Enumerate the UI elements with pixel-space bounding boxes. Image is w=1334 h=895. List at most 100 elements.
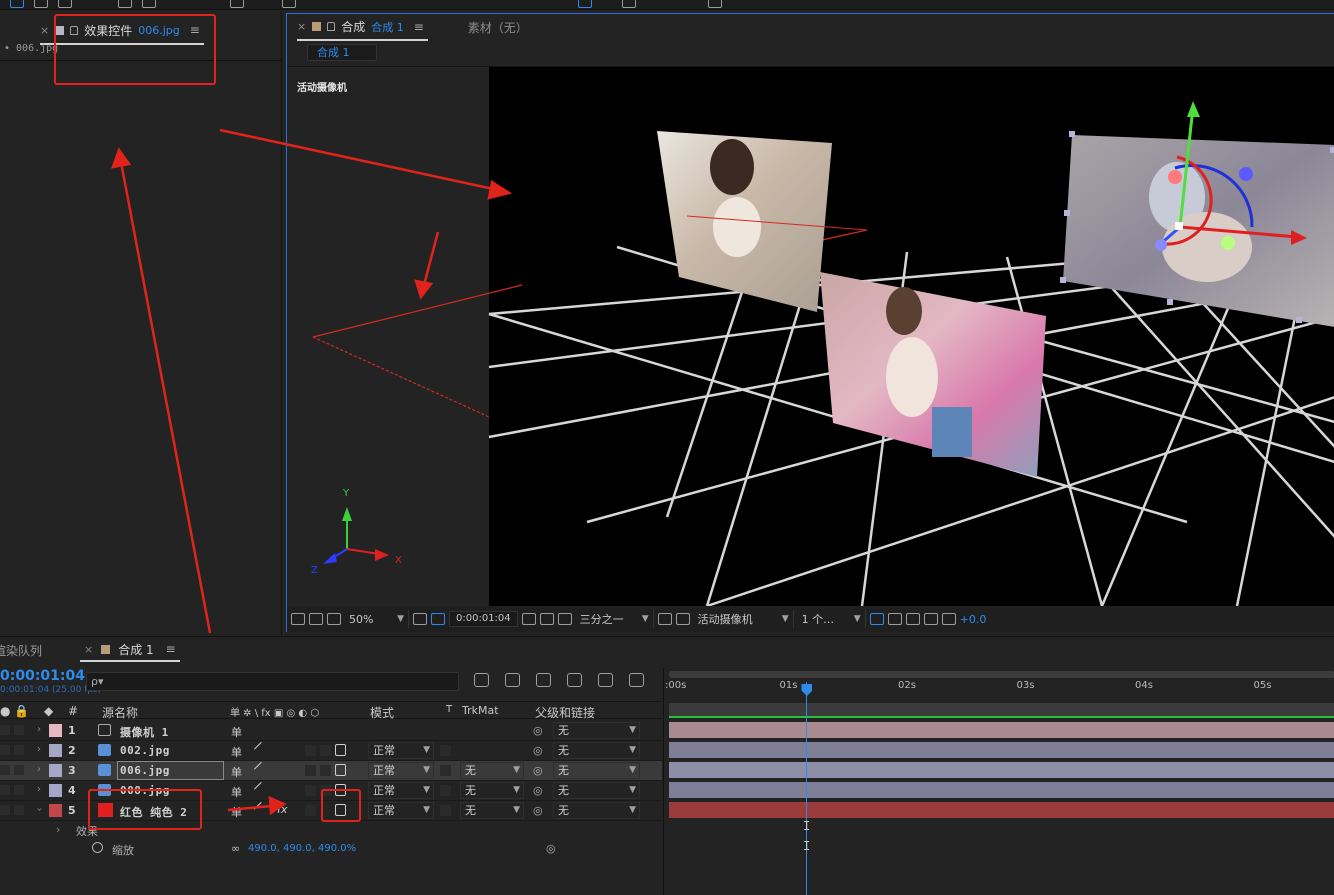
layer-row[interactable]: › 1 摄像机 1 单 ◎ 无 ▼	[0, 721, 662, 741]
motion-blur-icon[interactable]	[598, 673, 613, 687]
preserve-transparency-switch[interactable]	[440, 805, 451, 816]
time-ruler[interactable]: :00s 01s 02s 03s 04s 05s	[664, 680, 1334, 702]
blend-mode-select[interactable]: 正常 ▼	[368, 782, 434, 799]
shy-switch-icon[interactable]: 单	[231, 764, 242, 780]
exposure-value[interactable]: +0.0	[960, 613, 987, 626]
motion-blur-switch[interactable]	[305, 765, 316, 776]
motion-blur-switch[interactable]	[305, 785, 316, 796]
fast-preview-icon[interactable]	[657, 613, 672, 625]
3d-layer-cube-icon[interactable]	[335, 764, 346, 776]
3d-layer-cube-icon[interactable]	[335, 744, 346, 756]
scale-property-value[interactable]: 490.0, 490.0, 490.0%	[248, 843, 356, 854]
layer-name[interactable]: 红色 纯色 2	[120, 804, 187, 820]
effect-controls-tab[interactable]: × 效果控件 006.jpg ≡	[40, 17, 204, 45]
composition-breadcrumb[interactable]: 合成 1	[307, 44, 377, 61]
close-icon[interactable]: ×	[297, 20, 306, 33]
layer-name[interactable]: 008.jpg	[120, 784, 170, 797]
layer-bar-006[interactable]	[669, 762, 1334, 778]
quality-switch-icon[interactable]	[253, 801, 269, 816]
av-switches-icon[interactable]: ● 🔒	[0, 704, 29, 718]
shy-layers-icon[interactable]	[536, 673, 551, 687]
local-axis-icon[interactable]	[578, 0, 592, 8]
expression-pickwhip-icon[interactable]: ◎	[546, 842, 556, 855]
chevron-right-icon[interactable]: ›	[37, 784, 41, 795]
type-tool-icon[interactable]	[282, 0, 296, 8]
shy-switch-icon[interactable]: 单	[231, 744, 242, 760]
lock-switch[interactable]	[14, 745, 24, 755]
time-graph[interactable]: :00s 01s 02s 03s 04s 05s I I	[663, 668, 1334, 895]
pan-tool-icon[interactable]	[142, 0, 156, 8]
chevron-down-icon[interactable]: ›	[34, 808, 45, 812]
close-icon[interactable]: ×	[40, 24, 49, 37]
blend-mode-select[interactable]: 正常 ▼	[368, 742, 434, 759]
zoom-select[interactable]: 50% ▼	[345, 610, 409, 628]
layer-row[interactable]: › 4 008.jpg 单 正常 ▼ 无 ▼ ◎ 无 ▼	[0, 781, 662, 801]
quality-switch-icon[interactable]	[253, 741, 269, 756]
layer-name[interactable]: 006.jpg	[117, 761, 224, 780]
composition-viewer[interactable]: 活动摄像机 Y X Z	[287, 67, 1334, 606]
timeline-comp-tab[interactable]: × 合成 1 ≡	[80, 638, 180, 662]
pickwhip-icon[interactable]: ◎	[533, 804, 543, 817]
parent-select[interactable]: 无 ▼	[553, 762, 640, 779]
time-navigator[interactable]	[669, 671, 1334, 678]
chevron-right-icon[interactable]: ›	[37, 744, 41, 755]
video-switch[interactable]	[0, 765, 10, 775]
orbit-tool-icon[interactable]	[118, 0, 132, 8]
comp-mini-flowchart-icon[interactable]	[474, 673, 489, 687]
lock-switch[interactable]	[14, 805, 24, 815]
parent-select[interactable]: 无 ▼	[553, 782, 640, 799]
trkmat-select[interactable]: 无 ▼	[460, 802, 524, 819]
layer-row[interactable]: › 5 红色 纯色 2 单 fx 正常 ▼ 无 ▼ ◎ 无 ▼	[0, 801, 662, 821]
adjustment-switch[interactable]	[320, 745, 331, 756]
shy-switch-icon[interactable]: 单	[231, 724, 242, 740]
layer-search-input[interactable]: ρ▾	[86, 672, 459, 691]
column-source-name[interactable]: 源名称	[102, 704, 138, 721]
grid-guide-select[interactable]: 三分之一 ▼	[576, 610, 654, 628]
current-time-indicator[interactable]	[806, 682, 808, 895]
effects-group-row[interactable]: › 效果	[0, 821, 662, 841]
transparency-grid-icon[interactable]	[675, 613, 690, 625]
close-icon[interactable]: ×	[84, 643, 93, 656]
fx-icon[interactable]: fx	[277, 803, 287, 816]
layer-label-color[interactable]	[49, 724, 62, 737]
blend-mode-select[interactable]: 正常 ▼	[368, 762, 434, 779]
layer-label-color[interactable]	[49, 744, 62, 757]
hamburger-icon[interactable]: ≡	[166, 642, 176, 656]
layer-bar-008[interactable]	[669, 782, 1334, 798]
reset-exposure-icon[interactable]	[941, 613, 956, 625]
lock-switch[interactable]	[14, 765, 24, 775]
layer-label-color[interactable]	[49, 804, 62, 817]
pickwhip-icon[interactable]: ◎	[533, 764, 543, 777]
lock-icon[interactable]	[70, 25, 79, 35]
3d-view-select[interactable]: 活动摄像机 ▼	[694, 610, 794, 628]
timeline-link-icon[interactable]	[905, 613, 920, 625]
video-switch[interactable]	[0, 805, 10, 815]
world-axis-icon[interactable]	[622, 0, 636, 8]
motion-blur-switch[interactable]	[305, 745, 316, 756]
3d-layer-cube-icon[interactable]	[335, 784, 346, 796]
toggle-mask-icon[interactable]	[431, 613, 445, 625]
quality-switch-icon[interactable]	[253, 781, 269, 796]
layer-label-color[interactable]	[49, 764, 62, 777]
always-preview-icon[interactable]	[291, 613, 305, 625]
camera-snapshot-icon[interactable]	[521, 613, 536, 625]
rectangle-tool-icon[interactable]	[230, 0, 244, 8]
lock-switch[interactable]	[14, 725, 24, 735]
vr-goggles-icon[interactable]	[327, 613, 341, 625]
current-time-display[interactable]: 0:00:01:04	[449, 611, 518, 627]
motion-blur-switch[interactable]	[305, 805, 316, 816]
hamburger-icon[interactable]: ≡	[414, 20, 424, 34]
preserve-transparency-switch[interactable]	[440, 765, 451, 776]
fast-draft-icon[interactable]	[887, 613, 902, 625]
color-channel-icon[interactable]	[557, 613, 572, 625]
trkmat-select[interactable]: 无 ▼	[460, 782, 524, 799]
footage-tab[interactable]: 素材（无）	[468, 19, 528, 36]
layer-row[interactable]: › 3 006.jpg 单 正常 ▼ 无 ▼ ◎ 无 ▼	[0, 761, 662, 781]
snapping-icon[interactable]	[708, 0, 722, 8]
lock-switch[interactable]	[14, 785, 24, 795]
monitor-icon[interactable]	[309, 613, 323, 625]
chevron-right-icon[interactable]: ›	[37, 724, 41, 735]
video-switch[interactable]	[0, 785, 10, 795]
zoom-tool-icon[interactable]	[58, 0, 72, 8]
layer-bar-camera[interactable]	[669, 722, 1334, 738]
